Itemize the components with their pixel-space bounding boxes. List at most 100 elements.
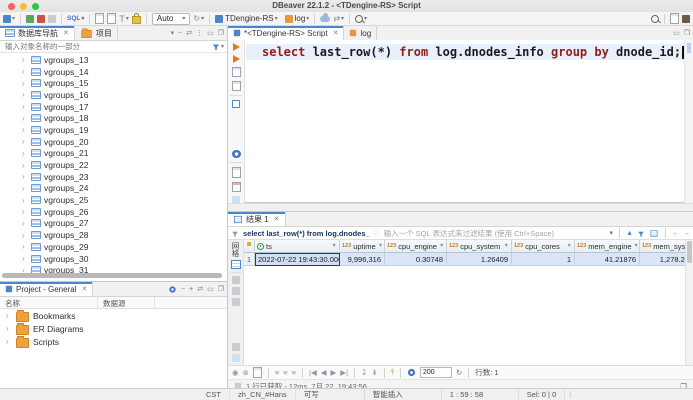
previous-row-icon[interactable]: ◀ [321, 368, 327, 377]
navigator-item[interactable]: ›vgroups_23 [0, 171, 227, 183]
project-item[interactable]: ›Scripts [0, 335, 227, 348]
stop-execution-icon[interactable] [232, 100, 240, 107]
grid-cell-cpu_cores[interactable]: 1 [512, 253, 575, 266]
navigator-item[interactable]: ›vgroups_24 [0, 183, 227, 195]
navigator-item[interactable]: ›vgroups_28 [0, 229, 227, 241]
expand-chevron-icon[interactable]: › [22, 184, 28, 193]
references-panel-icon[interactable] [232, 298, 240, 306]
navigator-item[interactable]: ›vgroups_18 [0, 112, 227, 124]
search-icon[interactable] [651, 15, 659, 23]
column-name-header[interactable]: 名称 [0, 297, 98, 308]
navigator-item[interactable]: ›vgroups_27 [0, 218, 227, 230]
expand-chevron-icon[interactable]: › [6, 337, 12, 346]
save-icon[interactable] [95, 13, 104, 24]
maximize-view-icon[interactable]: ❐ [218, 29, 224, 37]
filter-icon[interactable] [213, 45, 219, 49]
minimize-view-icon[interactable]: ▭ [207, 29, 214, 37]
new-connection-icon[interactable]: ▾ [3, 15, 15, 23]
expand-chevron-icon[interactable]: › [22, 207, 28, 216]
database-select[interactable]: log▾ [285, 14, 310, 23]
navigator-item[interactable]: ›vgroups_17 [0, 101, 227, 113]
link-editor-icon[interactable]: ⇄ [186, 29, 192, 37]
column-header-cpu_cores[interactable]: 123cpu_cores▼ [512, 240, 575, 253]
minimize-view-icon[interactable]: ▭ [207, 285, 214, 293]
editor-results-splitter[interactable] [228, 203, 693, 212]
close-tab-icon[interactable]: ✕ [81, 285, 87, 293]
execute-new-tab-icon[interactable] [233, 55, 240, 63]
column-filter-icon[interactable]: ▼ [567, 243, 572, 249]
explain-plan-icon[interactable] [232, 81, 241, 91]
navigator-item[interactable]: ›vgroups_15 [0, 77, 227, 89]
first-row-icon[interactable]: |◀ [309, 368, 317, 377]
filter-dropdown-icon[interactable]: ▾ [221, 43, 224, 50]
grid-cell-cpu_system[interactable]: 1.26409 [447, 253, 512, 266]
expand-chevron-icon[interactable]: › [22, 90, 28, 99]
grid-cell-uptime[interactable]: 9,996,316 [340, 253, 385, 266]
insert-mode-label[interactable]: 智能插入 [365, 389, 442, 400]
expand-chevron-icon[interactable]: › [22, 114, 28, 123]
navigator-filter-input[interactable] [3, 41, 212, 52]
duplicate-row-icon[interactable]: ≡ [283, 368, 287, 377]
new-sql-editor-icon[interactable]: SQL▾ [67, 15, 84, 22]
fetch-page-icon[interactable]: ↧ [361, 368, 367, 377]
navigator-item[interactable]: ›vgroups_13 [0, 54, 227, 66]
column-header-ts[interactable]: ts▼ [255, 240, 340, 253]
sql-editor[interactable]: select last_row(*) from log.dnodes_info … [228, 40, 693, 203]
grid-cell-ts[interactable]: 2022-07-22 19:43:30.000 [255, 253, 340, 266]
results-filter-placeholder[interactable]: 输入一个 SQL 表达式来过滤结果 (使用 Ctrl+Space) [384, 228, 606, 239]
search-menu-icon[interactable]: ▾ [355, 15, 367, 23]
navigator-menu-icon[interactable]: ▾ [171, 29, 175, 37]
project-item[interactable]: ›ER Diagrams [0, 322, 227, 335]
expand-chevron-icon[interactable]: › [22, 172, 28, 181]
expand-chevron-icon[interactable]: › [22, 102, 28, 111]
expand-chevron-icon[interactable]: › [22, 137, 28, 146]
user-profile-icon[interactable] [682, 15, 690, 23]
results-grid[interactable]: ts▼123uptime▼123cpu_engine▼123cpu_system… [244, 240, 693, 365]
column-header-mem_engine[interactable]: 123mem_engine▼ [575, 240, 640, 253]
maximize-window-button[interactable] [32, 3, 39, 10]
filter-settings-icon[interactable] [651, 230, 658, 236]
column-filter-icon[interactable]: ▼ [378, 243, 383, 249]
tab-log[interactable]: log [344, 26, 377, 40]
expand-chevron-icon[interactable]: › [22, 161, 28, 170]
navigator-item[interactable]: ›vgroups_22 [0, 159, 227, 171]
grid-view-icon[interactable] [231, 260, 241, 269]
column-filter-icon[interactable]: ▼ [504, 243, 509, 249]
history-forward-icon[interactable]: → [683, 230, 690, 237]
navigator-hscrollbar[interactable] [2, 273, 222, 278]
expand-chevron-icon[interactable]: › [22, 67, 28, 76]
navigator-item[interactable]: ›vgroups_30 [0, 253, 227, 265]
navigator-item[interactable]: ›vgroups_14 [0, 66, 227, 78]
delete-row-icon[interactable]: ≡ [292, 368, 296, 377]
script-changes-icon[interactable] [253, 367, 262, 378]
navigator-item[interactable]: ›vgroups_25 [0, 194, 227, 206]
expand-all-icon[interactable]: + [189, 286, 193, 293]
expand-chevron-icon[interactable]: › [6, 311, 12, 320]
autocommit-select[interactable]: Auto▾ [152, 13, 190, 25]
project-settings-icon[interactable] [169, 286, 175, 292]
collapse-all-icon[interactable]: − [178, 30, 182, 37]
last-row-icon[interactable]: ▶| [340, 368, 348, 377]
close-window-button[interactable] [8, 3, 15, 10]
filter-history-icon[interactable]: ▾ [610, 229, 614, 237]
expand-chevron-icon[interactable]: › [22, 196, 28, 205]
apply-filter-icon[interactable]: ▲ [626, 230, 633, 237]
metadata-panel-icon[interactable] [232, 287, 240, 295]
maximize-view-icon[interactable]: ❐ [684, 29, 690, 37]
editor-settings-icon[interactable] [232, 150, 241, 158]
layout-icon[interactable] [232, 354, 240, 362]
grid-vscrollbar[interactable] [685, 240, 693, 365]
save-result-icon[interactable]: ◉ [232, 368, 239, 377]
grid-view-label[interactable]: 网格 [230, 242, 241, 257]
rollback-icon[interactable] [37, 15, 45, 23]
close-tab-icon[interactable]: ✕ [333, 29, 339, 37]
tab-project-general[interactable]: Project - General ✕ [0, 282, 93, 296]
value-panel-icon[interactable] [232, 276, 240, 284]
fetch-all-icon[interactable]: ⇟ [371, 368, 377, 377]
collapse-all-icon[interactable]: − [181, 286, 185, 293]
network-profile-icon[interactable]: ⇄▾ [333, 14, 344, 23]
expand-chevron-icon[interactable]: › [6, 324, 12, 333]
navigator-item[interactable]: ›vgroups_26 [0, 206, 227, 218]
minimize-view-icon[interactable]: ▭ [673, 29, 680, 37]
expand-chevron-icon[interactable]: › [22, 149, 28, 158]
